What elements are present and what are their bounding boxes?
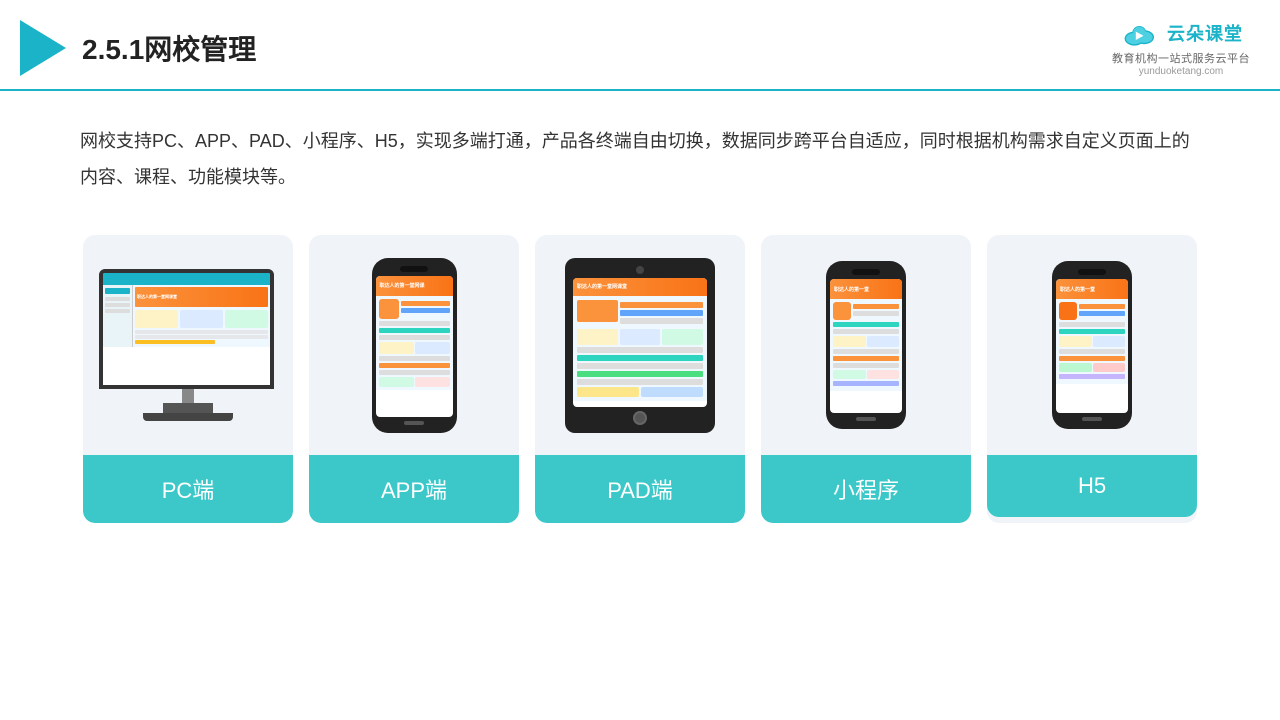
card-h5-label: H5 [987,455,1197,517]
miniprogram-phone-mockup: 职达人的第一堂 [826,261,906,429]
h5-phone-screen: 职达人的第一堂 [1056,279,1128,413]
card-pc-image: 职达人的第一堂网课堂 [83,235,293,455]
cards-container: 职达人的第一堂网课堂 [0,205,1280,553]
card-app-label: APP端 [309,455,519,523]
tablet-screen: 职达人的第一堂网课堂 [573,278,707,407]
tablet-mockup: 职达人的第一堂网课堂 [565,258,715,433]
brand-slogan: 教育机构一站式服务云平台 [1112,50,1250,66]
pc-screen: 职达人的第一堂网课堂 [99,269,274,389]
card-pc: 职达人的第一堂网课堂 [83,235,293,523]
card-miniprogram: 职达人的第一堂 [761,235,971,523]
card-app-image: 职达人的第一堂网课 [309,235,519,455]
card-miniprogram-image: 职达人的第一堂 [761,235,971,455]
card-pad-image: 职达人的第一堂网课堂 [535,235,745,455]
brand-url: yunduoketang.com [1139,66,1224,77]
card-app: 职达人的第一堂网课 [309,235,519,523]
app-phone-screen: 职达人的第一堂网课 [376,276,453,417]
app-phone-mockup: 职达人的第一堂网课 [372,258,457,433]
header-right: 云朵课堂 教育机构一站式服务云平台 yunduoketang.com [1112,18,1250,77]
brand-name: 云朵课堂 [1167,20,1243,46]
card-pad: 职达人的第一堂网课堂 [535,235,745,523]
page-title: 2.5.1网校管理 [82,28,256,68]
h5-phone-mockup: 职达人的第一堂 [1052,261,1132,429]
card-pc-label: PC端 [83,455,293,523]
cloud-logo-icon [1119,18,1161,48]
page-header: 2.5.1网校管理 云朵课堂 教育机构一站式服务云平台 yunduoketang… [0,0,1280,91]
brand-logo: 云朵课堂 [1119,18,1243,48]
logo-triangle-icon [20,20,66,76]
header-left: 2.5.1网校管理 [20,20,256,76]
card-pad-label: PAD端 [535,455,745,523]
miniprogram-phone-screen: 职达人的第一堂 [830,279,902,413]
card-h5-image: 职达人的第一堂 [987,235,1197,455]
pc-mockup: 职达人的第一堂网课堂 [99,269,277,421]
description-text: 网校支持PC、APP、PAD、小程序、H5，实现多端打通，产品各终端自由切换，数… [0,91,1280,205]
card-h5: 职达人的第一堂 [987,235,1197,523]
card-miniprogram-label: 小程序 [761,455,971,523]
